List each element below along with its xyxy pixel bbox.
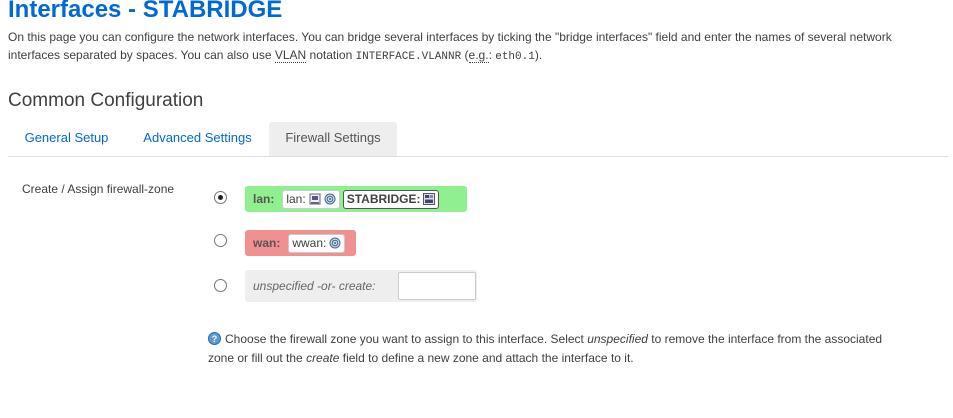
ethernet-port-icon (309, 193, 321, 205)
wireless-icon (324, 193, 336, 205)
tab-general-setup[interactable]: General Setup (8, 122, 125, 156)
tab-advanced-settings[interactable]: Advanced Settings (125, 122, 270, 156)
network-chip-wwan: wwan: (288, 233, 346, 253)
bridge-icon (423, 193, 436, 205)
network-chip-lan: lan: (282, 189, 340, 209)
tab-bar: General Setup Advanced Settings Firewall… (8, 122, 948, 157)
vlan-example-code: eth0.1 (495, 51, 535, 63)
vlan-abbr: VLAN (274, 48, 307, 63)
firewall-zone-label: Create / Assign firewall-zone (22, 182, 175, 196)
wireless-icon (329, 237, 341, 249)
page-description: On this page you can configure the netwo… (8, 30, 892, 63)
zone-wan[interactable]: wan: wwan: (245, 230, 356, 256)
zone-name-wan: wan: (253, 236, 281, 250)
new-zone-input[interactable] (398, 272, 476, 300)
zone-radio-wan[interactable] (214, 234, 227, 247)
zone-name-lan: lan: (253, 192, 275, 206)
zone-radio-create[interactable] (214, 279, 227, 292)
vlan-notation-code: INTERFACE.VLANNR (355, 51, 462, 63)
section-title: Common Configuration (8, 90, 204, 111)
help-text: ? Choose the firewall zone you want to a… (208, 332, 883, 365)
zone-lan[interactable]: lan: lan: STABRIDGE: (245, 186, 467, 212)
svg-text:?: ? (212, 334, 218, 344)
create-zone-label: unspecified -or- create: (253, 279, 376, 293)
zone-radio-lan[interactable] (214, 191, 227, 204)
create-zone-box: unspecified -or- create: (245, 270, 477, 302)
eg-abbr: e.g. (468, 48, 489, 63)
help-icon: ? (208, 332, 221, 345)
network-chip-stabridge: STABRIDGE: (342, 189, 440, 209)
page-title: Interfaces - STABRIDGE (8, 0, 283, 23)
tab-firewall-settings[interactable]: Firewall Settings (269, 122, 397, 156)
